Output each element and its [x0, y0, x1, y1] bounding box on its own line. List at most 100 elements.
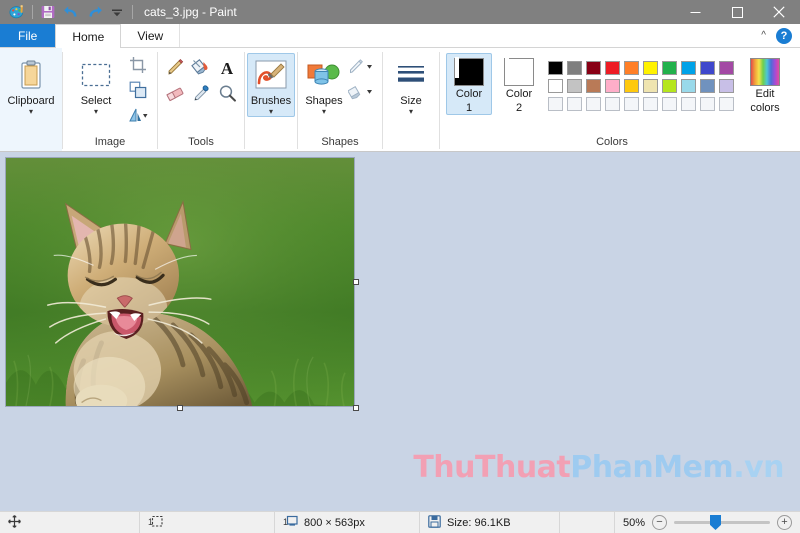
palette-swatch-empty[interactable]	[662, 97, 677, 111]
brushes-button[interactable]: Brushes ▾	[247, 53, 295, 117]
zoom-out-button[interactable]: −	[652, 515, 667, 530]
magnifier-tool-button[interactable]	[214, 83, 240, 109]
palette-swatch[interactable]	[605, 61, 620, 75]
color-2-button[interactable]: Color 2	[496, 53, 542, 115]
palette-swatch-empty[interactable]	[586, 97, 601, 111]
palette-cell[interactable]	[717, 95, 736, 113]
canvas-work-area[interactable]: ThuThuatPhanMem.vn	[0, 152, 800, 511]
palette-swatch[interactable]	[643, 61, 658, 75]
palette-cell[interactable]	[679, 95, 698, 113]
palette-swatch[interactable]	[681, 79, 696, 93]
palette-cell[interactable]	[698, 77, 717, 95]
palette-swatch[interactable]	[719, 79, 734, 93]
redo-icon[interactable]	[83, 1, 105, 23]
palette-swatch[interactable]	[548, 61, 563, 75]
palette-cell[interactable]	[717, 77, 736, 95]
size-button[interactable]: Size ▾	[389, 53, 433, 117]
palette-swatch-empty[interactable]	[548, 97, 563, 111]
resize-handle-right[interactable]	[353, 279, 359, 285]
palette-cell[interactable]	[546, 95, 565, 113]
palette-cell[interactable]	[603, 77, 622, 95]
palette-cell[interactable]	[698, 59, 717, 77]
outline-button[interactable]	[346, 57, 376, 81]
palette-cell[interactable]	[641, 59, 660, 77]
palette-cell[interactable]	[603, 59, 622, 77]
color-picker-tool-button[interactable]	[188, 83, 214, 109]
palette-cell[interactable]	[622, 59, 641, 77]
clipboard-button[interactable]: Clipboard ▾	[6, 53, 56, 117]
maximize-button[interactable]	[716, 0, 758, 24]
palette-swatch[interactable]	[624, 79, 639, 93]
undo-icon[interactable]	[60, 1, 82, 23]
palette-cell[interactable]	[660, 95, 679, 113]
palette-swatch[interactable]	[567, 79, 582, 93]
palette-swatch[interactable]	[548, 79, 563, 93]
clipboard-caret-icon[interactable]: ▾	[29, 108, 33, 116]
palette-swatch-empty[interactable]	[643, 97, 658, 111]
palette-cell[interactable]	[660, 59, 679, 77]
text-tool-button[interactable]: A	[214, 57, 240, 83]
palette-cell[interactable]	[565, 59, 584, 77]
edit-colors-button[interactable]: Edit colors	[740, 53, 790, 115]
color-1-button[interactable]: Color 1	[446, 53, 492, 115]
palette-swatch[interactable]	[567, 61, 582, 75]
palette-swatch[interactable]	[586, 79, 601, 93]
palette-cell[interactable]	[679, 77, 698, 95]
image-canvas[interactable]	[5, 157, 355, 407]
palette-cell[interactable]	[717, 59, 736, 77]
palette-swatch[interactable]	[586, 61, 601, 75]
close-button[interactable]	[758, 0, 800, 24]
rotate-button[interactable]	[125, 105, 151, 129]
palette-cell[interactable]	[698, 95, 717, 113]
brushes-caret-icon[interactable]: ▾	[269, 108, 273, 116]
palette-swatch[interactable]	[662, 79, 677, 93]
palette-cell[interactable]	[546, 59, 565, 77]
fill-style-button[interactable]	[346, 82, 376, 106]
palette-swatch[interactable]	[700, 61, 715, 75]
palette-swatch-empty[interactable]	[681, 97, 696, 111]
palette-cell[interactable]	[584, 95, 603, 113]
shapes-caret-icon[interactable]: ▾	[322, 108, 326, 116]
minimize-button[interactable]	[674, 0, 716, 24]
resize-handle-bottom[interactable]	[177, 405, 183, 411]
palette-swatch-empty[interactable]	[719, 97, 734, 111]
palette-cell[interactable]	[603, 95, 622, 113]
select-button[interactable]: Select ▾	[69, 53, 123, 117]
crop-button[interactable]	[125, 55, 151, 79]
palette-swatch[interactable]	[624, 61, 639, 75]
zoom-slider[interactable]	[674, 515, 770, 530]
palette-swatch-empty[interactable]	[605, 97, 620, 111]
tab-file[interactable]: File	[0, 24, 56, 47]
pencil-tool-button[interactable]	[162, 57, 188, 83]
palette-cell[interactable]	[546, 77, 565, 95]
palette-cell[interactable]	[641, 77, 660, 95]
palette-cell[interactable]	[641, 95, 660, 113]
palette-swatch[interactable]	[700, 79, 715, 93]
palette-cell[interactable]	[584, 77, 603, 95]
tab-home[interactable]: Home	[55, 24, 122, 48]
select-caret-icon[interactable]: ▾	[94, 108, 98, 116]
fill-tool-button[interactable]	[188, 57, 214, 83]
palette-swatch[interactable]	[681, 61, 696, 75]
palette-swatch-empty[interactable]	[624, 97, 639, 111]
customize-quick-access-icon[interactable]	[106, 1, 128, 23]
tab-view[interactable]: View	[121, 24, 181, 47]
palette-swatch-empty[interactable]	[567, 97, 582, 111]
shapes-button[interactable]: Shapes ▾	[304, 53, 344, 117]
eraser-tool-button[interactable]	[162, 83, 188, 109]
palette-cell[interactable]	[565, 77, 584, 95]
palette-swatch[interactable]	[643, 79, 658, 93]
paint-app-icon[interactable]	[6, 1, 28, 23]
zoom-in-button[interactable]: +	[777, 515, 792, 530]
help-icon[interactable]: ?	[776, 27, 792, 44]
resize-handle-corner[interactable]	[353, 405, 359, 411]
size-caret-icon[interactable]: ▾	[409, 108, 413, 116]
palette-swatch[interactable]	[605, 79, 620, 93]
save-icon[interactable]	[37, 1, 59, 23]
palette-cell[interactable]	[584, 59, 603, 77]
collapse-ribbon-icon[interactable]: ^	[761, 30, 766, 41]
palette-cell[interactable]	[565, 95, 584, 113]
palette-cell[interactable]	[679, 59, 698, 77]
palette-swatch-empty[interactable]	[700, 97, 715, 111]
palette-cell[interactable]	[622, 95, 641, 113]
